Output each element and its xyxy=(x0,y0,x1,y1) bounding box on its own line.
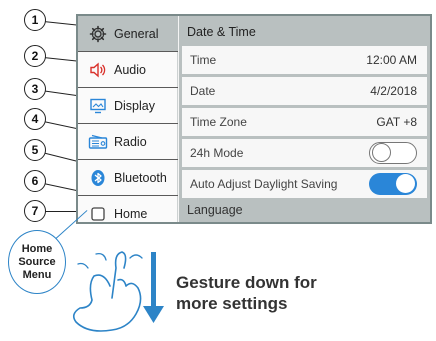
setting-value: GAT +8 xyxy=(376,115,417,129)
callout-6: 6 xyxy=(24,170,46,192)
checkbox-icon xyxy=(88,204,108,222)
speaker-icon xyxy=(88,60,108,80)
sidebar-item-label: Bluetooth xyxy=(114,170,167,185)
sidebar-item-label: Display xyxy=(114,98,155,113)
callout-1: 1 xyxy=(24,9,46,31)
setting-label: 24h Mode xyxy=(190,146,244,160)
sidebar-item-display[interactable]: Display xyxy=(78,88,178,124)
callout-5: 5 xyxy=(24,139,46,161)
sidebar-item-home[interactable]: Home xyxy=(78,196,178,222)
bluetooth-icon xyxy=(88,168,108,188)
callout-7: 7 xyxy=(24,200,46,222)
setting-label: Date xyxy=(190,84,216,98)
setting-label: Time Zone xyxy=(190,115,247,129)
callout-4: 4 xyxy=(24,108,46,130)
home-label-line: Source xyxy=(18,255,56,268)
gear-icon xyxy=(88,24,108,44)
home-label-pointer xyxy=(55,210,88,240)
gesture-instruction: Gesture down for more settings xyxy=(176,272,416,314)
sidebar-item-label: General xyxy=(114,26,159,41)
settings-sidebar: General Audio Display Radio Bluetooth Ho… xyxy=(78,16,178,222)
sidebar-item-label: Radio xyxy=(114,134,147,149)
radio-icon xyxy=(88,132,108,152)
toggle-knob xyxy=(372,143,391,162)
setting-row-time[interactable]: Time 12:00 AM xyxy=(182,46,427,74)
sidebar-item-radio[interactable]: Radio xyxy=(78,124,178,160)
home-label-line: Home xyxy=(21,242,53,255)
toggle-knob xyxy=(396,174,415,193)
setting-row-date[interactable]: Date 4/2/2018 xyxy=(182,77,427,105)
callout-2: 2 xyxy=(24,45,46,67)
24h-mode-toggle[interactable] xyxy=(369,142,417,164)
callout-3: 3 xyxy=(24,78,46,100)
language-section-title: Language xyxy=(187,203,243,217)
sidebar-item-general[interactable]: General xyxy=(78,16,178,52)
setting-row-24h-mode: 24h Mode xyxy=(182,139,427,167)
setting-label: Auto Adjust Daylight Saving xyxy=(190,177,338,191)
sidebar-item-label: Audio xyxy=(114,62,146,77)
home-label-line: Menu xyxy=(22,268,52,281)
daylight-saving-toggle[interactable] xyxy=(369,173,417,195)
settings-content-panel: Date & Time Time 12:00 AM Date 4/2/2018 … xyxy=(179,16,430,222)
device-screen: General Audio Display Radio Bluetooth Ho… xyxy=(76,14,432,224)
gesture-line: more settings xyxy=(176,294,288,313)
section-title: Date & Time xyxy=(187,25,256,39)
setting-row-time-zone[interactable]: Time Zone GAT +8 xyxy=(182,108,427,136)
gesture-line: Gesture down for xyxy=(176,273,317,292)
sidebar-item-audio[interactable]: Audio xyxy=(78,52,178,88)
arrow-down-icon xyxy=(143,252,164,323)
sidebar-item-bluetooth[interactable]: Bluetooth xyxy=(78,160,178,196)
setting-label: Time xyxy=(190,53,217,67)
setting-value: 4/2/2018 xyxy=(370,84,417,98)
setting-row-daylight-saving: Auto Adjust Daylight Saving xyxy=(182,170,427,198)
home-source-menu-label: Home Source Menu xyxy=(8,230,66,294)
sidebar-item-label: Home xyxy=(114,207,148,221)
display-icon xyxy=(88,96,108,116)
setting-value: 12:00 AM xyxy=(366,53,417,67)
